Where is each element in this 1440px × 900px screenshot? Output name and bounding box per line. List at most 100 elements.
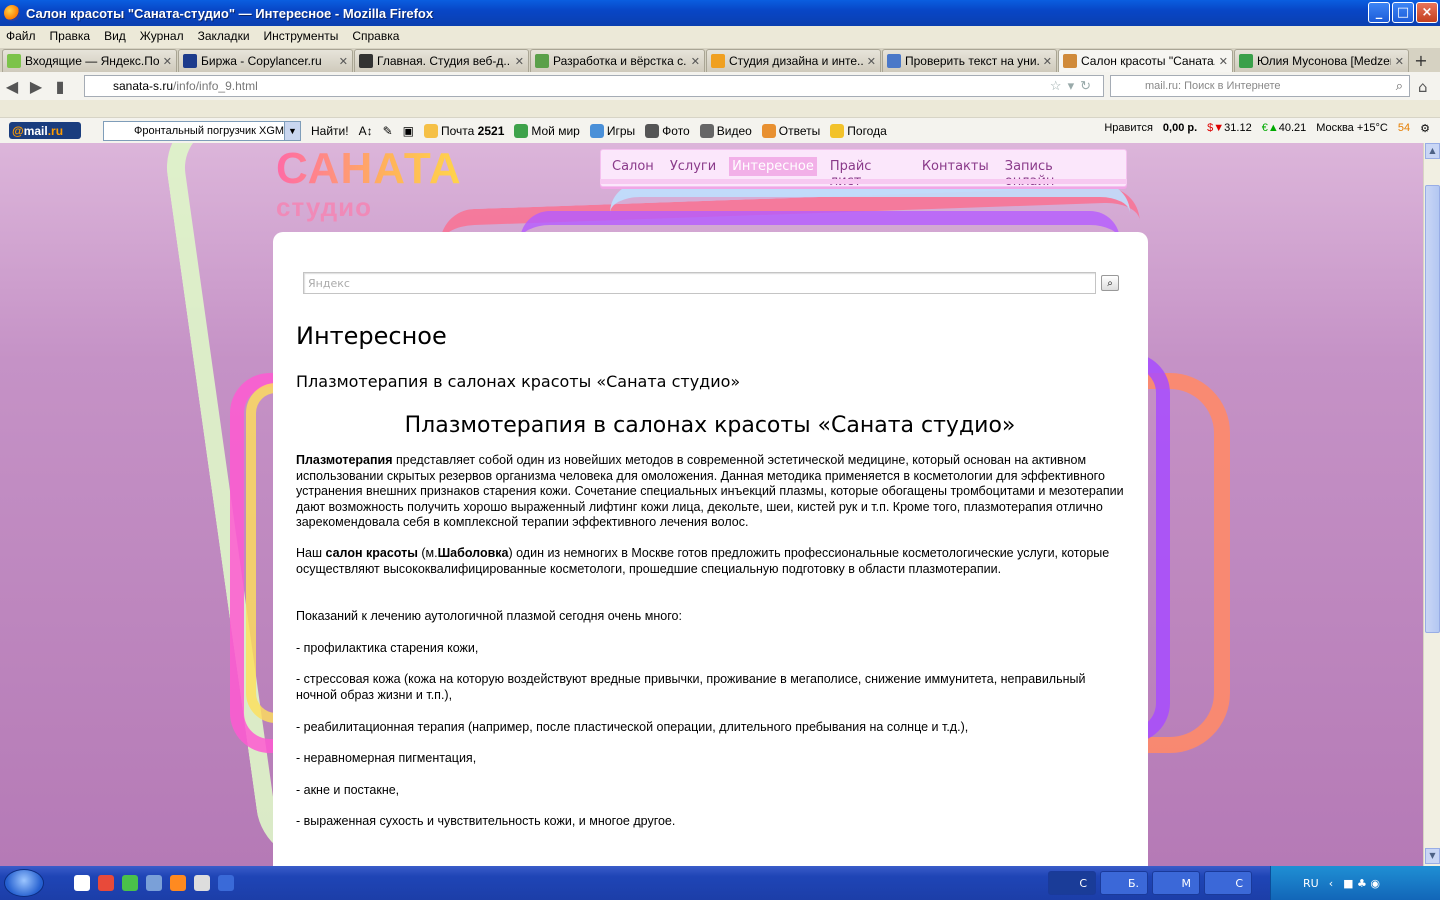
tab-3[interactable]: Разработка и вёрстка с... ✕ [530,49,705,72]
tab-close-icon[interactable]: ✕ [515,55,524,68]
tray-chevron-icon[interactable]: ‹ [1329,877,1333,890]
app-icon[interactable] [146,875,162,891]
mailbar-item-5[interactable]: Ответы [761,123,820,138]
tab-4[interactable]: Студия дизайна и инте... ✕ [706,49,881,72]
site-nav-item-1[interactable]: Услуги [667,157,719,176]
tab-2[interactable]: Главная. Студия веб-д... ✕ [354,49,529,72]
search-icon[interactable]: ⌕ [1396,78,1403,94]
weather-value[interactable]: Москва +15°C [1316,122,1388,135]
tab-favicon-icon [359,54,373,68]
chrome-icon[interactable] [98,875,114,891]
page-viewport: САНАТА студио Салон Услуги Интересное Прайс… [0,143,1423,866]
highlight-icon[interactable]: ✎ [383,124,393,138]
mailbar-item-icon [589,123,604,138]
site-search-input[interactable]: Яндекс [303,272,1096,294]
tab-1[interactable]: Биржа - Copylancer.ru ✕ [178,49,353,72]
new-tab-button[interactable]: + [1410,49,1432,72]
menu-edit[interactable]: Правка [50,29,91,43]
tab-6[interactable]: Салон красоты "Саната... ✕ [1058,49,1233,72]
tab-close-icon[interactable]: ✕ [691,55,700,68]
tab-favicon-icon [7,54,21,68]
site-nav-item-4[interactable]: Контакты [919,157,992,176]
forward-arrow-icon[interactable]: ▶ [24,77,48,96]
taskbar-button-0[interactable]: С [1048,871,1096,895]
navigation-bar: ◀ ▶ ▮ sanata-s.ru/info/info_9.html ☆▾↻ m… [0,72,1440,100]
taskbar-button-3[interactable]: С [1204,871,1252,895]
back-arrow-icon[interactable]: ◀ [0,77,24,96]
scroll-thumb[interactable] [1425,185,1440,633]
app-icon[interactable] [194,875,210,891]
tab-favicon-icon [1239,54,1253,68]
icq-icon[interactable] [122,875,138,891]
app-icon[interactable] [218,875,234,891]
menu-view[interactable]: Вид [104,29,126,43]
mailbar-item-6[interactable]: Погода [830,123,887,138]
tab-close-icon[interactable]: ✕ [867,55,876,68]
url-bar[interactable]: sanata-s.ru/info/info_9.html ☆▾↻ [84,75,1104,97]
list-item: - акне и постакне, [296,782,400,797]
mailbar-item-1[interactable]: Мой мир [514,123,580,138]
chevron-down-icon[interactable]: ▼ [284,121,300,140]
maximize-button[interactable]: □ [1392,2,1414,23]
p2-c: (м. [417,545,438,560]
mail-count: 2521 [477,123,505,138]
mailbar-item-3[interactable]: Фото [645,123,690,138]
scroll-up-icon[interactable]: ▲ [1425,143,1440,159]
bookmark-star-icon[interactable]: ☆▾↻ [1050,78,1097,94]
tab-close-icon[interactable]: ✕ [1395,55,1404,68]
tab-close-icon[interactable]: ✕ [1043,55,1052,68]
url-path: /info/info_9.html [173,79,258,93]
settings-gear-icon[interactable]: ⚙ [1420,122,1430,135]
language-indicator[interactable]: RU [1303,877,1319,890]
tab-favicon-icon [887,54,901,68]
app-icon[interactable] [74,875,90,891]
home-icon[interactable]: ⌂ [1418,78,1428,96]
taskbar-button-1[interactable]: Б. [1100,871,1148,895]
page-icon[interactable]: ▣ [403,124,414,138]
site-logo[interactable]: САНАТА студио [276,147,462,222]
tab-label: Главная. Студия веб-д... [377,54,511,68]
font-size-icon[interactable]: A↕ [359,124,373,138]
menu-bar: Файл Правка Вид Журнал Закладки Инструме… [0,26,1440,46]
mailru-search-input[interactable]: Фронтальный погрузчик XGM ▼ [103,120,301,141]
taskbar-button-2[interactable]: М [1152,871,1200,895]
menu-bookmarks[interactable]: Закладки [198,29,250,43]
usd-rate[interactable]: $▼31.12 [1207,122,1252,135]
site-nav-item-3[interactable]: Прайс лист [827,157,909,191]
site-nav-item-5[interactable]: Запись онлайн [1002,157,1108,191]
find-button[interactable]: Найти! [311,124,349,138]
minimize-button[interactable]: _ [1368,2,1390,23]
page-scrollbar[interactable]: ▲ ▼ [1423,143,1440,866]
tab-0[interactable]: Входящие — Яндекс.По... ✕ [2,49,177,72]
eur-rate[interactable]: €▲40.21 [1262,122,1307,135]
tray-icons[interactable]: ■ ♣ ◉ [1343,877,1380,890]
menu-tools[interactable]: Инструменты [264,29,339,43]
start-button[interactable] [4,869,44,897]
tab-7[interactable]: Юлия Мусонова [Medzen... ✕ [1234,49,1409,72]
menu-file[interactable]: Файл [6,29,36,43]
web-search-input[interactable]: mail.ru: Поиск в Интернете ⌕ [1110,75,1410,97]
list-item: - реабилитационная терапия (например, по… [296,719,969,734]
mailru-logo[interactable]: @ mail .ru [9,122,81,139]
close-button[interactable]: × [1416,2,1438,23]
balance-value[interactable]: 0,00 р. [1163,122,1197,135]
mailbar-item-0[interactable]: Почта 2521 [424,123,505,138]
scroll-down-icon[interactable]: ▼ [1425,848,1440,864]
tab-5[interactable]: Проверить текст на уни... ✕ [882,49,1057,72]
tab-close-icon[interactable]: ✕ [163,55,172,68]
tab-close-icon[interactable]: ✕ [1219,55,1228,68]
traffic-value[interactable]: 54 [1398,122,1410,135]
list-intro: Показаний к лечению аутологичной плазмой… [296,609,682,624]
menu-help[interactable]: Справка [352,29,399,43]
mailbar-item-4[interactable]: Видео [699,123,752,138]
tab-close-icon[interactable]: ✕ [339,55,348,68]
menu-history[interactable]: Журнал [140,29,184,43]
system-tray: RU ‹ ■ ♣ ◉ [1270,866,1440,900]
mailbar-item-2[interactable]: Игры [589,123,635,138]
search-icon[interactable]: ⌕ [1101,275,1119,291]
site-nav-item-2[interactable]: Интересное [729,157,817,176]
mailbar-item-icon [645,123,660,138]
like-button[interactable]: Нравится [1104,122,1153,135]
site-nav-item-0[interactable]: Салон [609,157,657,176]
firefox-icon[interactable] [170,875,186,891]
